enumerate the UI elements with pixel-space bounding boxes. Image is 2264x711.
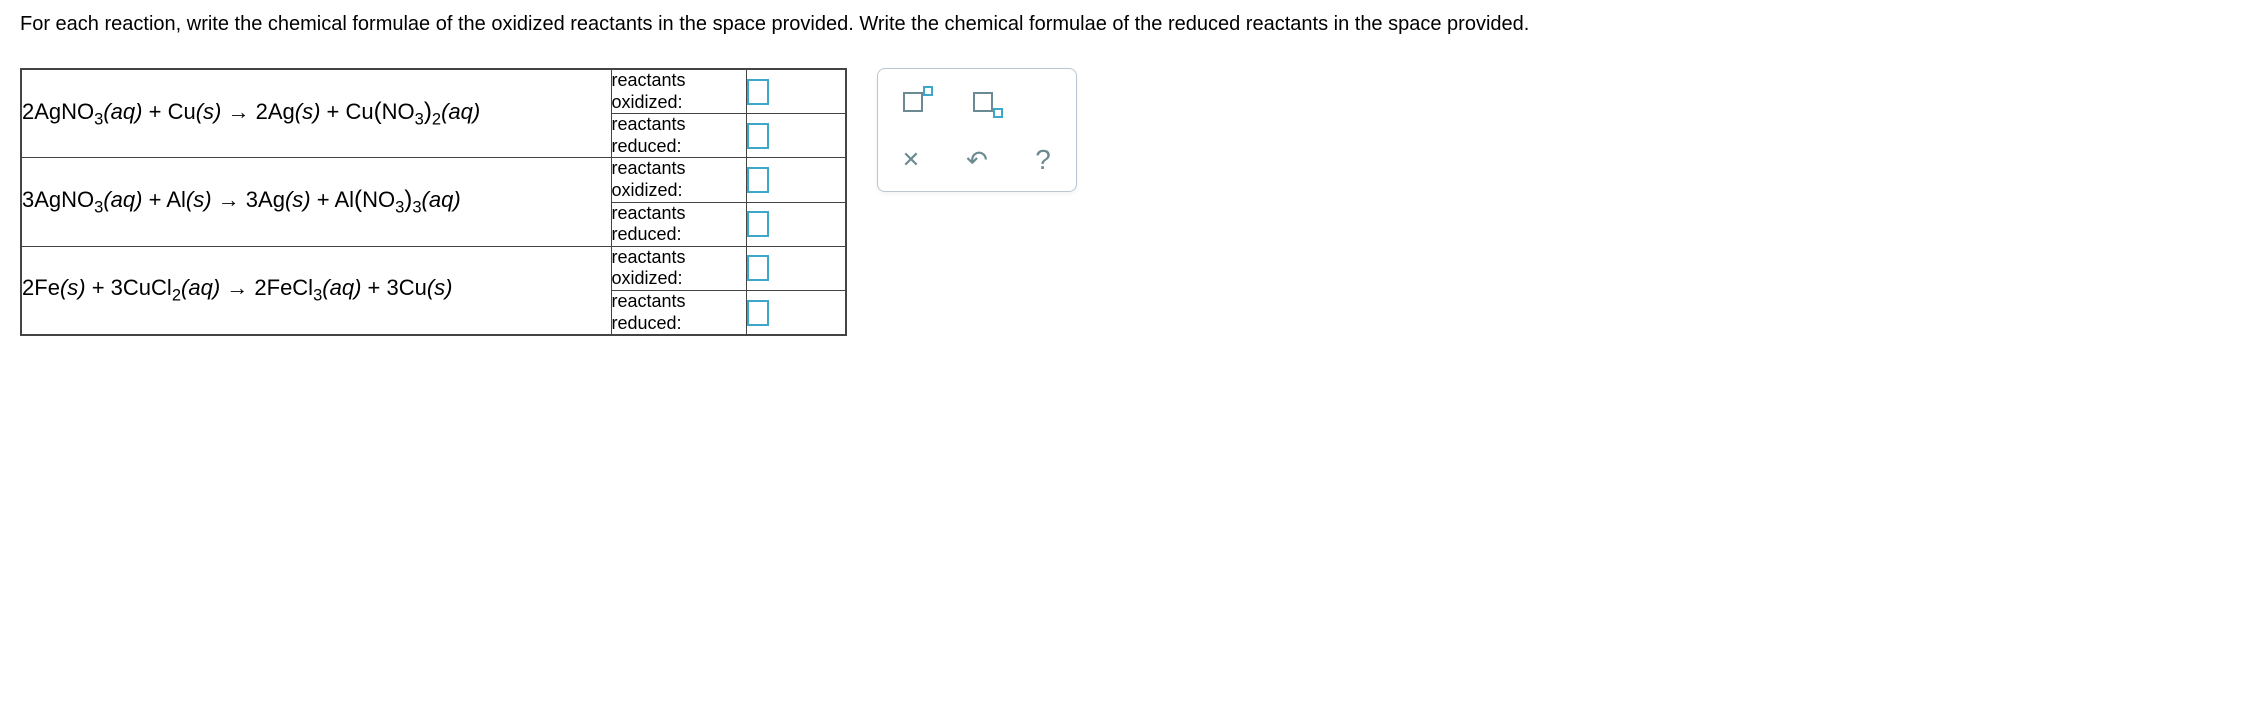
reaction-2-reduced-input-cell [746, 202, 846, 246]
table-row: 2Fe(s) + 3CuCl2(aq) → 2FeCl3(aq) + 3Cu(s… [21, 246, 846, 290]
reaction-1-oxidized-input-cell [746, 69, 846, 114]
toolbox [877, 68, 1077, 192]
reaction-3-oxidized-input[interactable] [747, 255, 769, 281]
subscript-tool[interactable] [968, 87, 998, 117]
reaction-2-oxidized-label: reactants oxidized: [611, 158, 746, 202]
table-row: 2AgNO3(aq) + Cu(s) → 2Ag(s) + Cu(NO3)2(a… [21, 69, 846, 114]
reaction-1-equation: 2AgNO3(aq) + Cu(s) → 2Ag(s) + Cu(NO3)2(a… [21, 69, 611, 158]
reaction-1-reduced-input[interactable] [747, 123, 769, 149]
reaction-3-oxidized-input-cell [746, 246, 846, 290]
reaction-3-equation: 2Fe(s) + 3CuCl2(aq) → 2FeCl3(aq) + 3Cu(s… [21, 246, 611, 335]
reaction-2-reduced-label: reactants reduced: [611, 202, 746, 246]
reaction-3-oxidized-label: reactants oxidized: [611, 246, 746, 290]
reaction-2-oxidized-input[interactable] [747, 167, 769, 193]
reaction-1-oxidized-label: reactants oxidized: [611, 69, 746, 114]
reaction-1-oxidized-input[interactable] [747, 79, 769, 105]
reaction-3-reduced-input-cell [746, 290, 846, 335]
instructions-text: For each reaction, write the chemical fo… [20, 10, 2244, 38]
superscript-tool[interactable] [898, 87, 928, 117]
reaction-2-oxidized-input-cell [746, 158, 846, 202]
help-icon[interactable] [1030, 147, 1056, 173]
table-row: 3AgNO3(aq) + Al(s) → 3Ag(s) + Al(NO3)3(a… [21, 158, 846, 202]
reaction-1-reduced-label: reactants reduced: [611, 114, 746, 158]
close-icon[interactable] [898, 147, 924, 173]
reactions-table: 2AgNO3(aq) + Cu(s) → 2Ag(s) + Cu(NO3)2(a… [20, 68, 847, 336]
reaction-2-reduced-input[interactable] [747, 211, 769, 237]
reaction-1-reduced-input-cell [746, 114, 846, 158]
reaction-3-reduced-label: reactants reduced: [611, 290, 746, 335]
reaction-3-reduced-input[interactable] [747, 300, 769, 326]
main-row: 2AgNO3(aq) + Cu(s) → 2Ag(s) + Cu(NO3)2(a… [20, 68, 2244, 336]
reaction-2-equation: 3AgNO3(aq) + Al(s) → 3Ag(s) + Al(NO3)3(a… [21, 158, 611, 246]
undo-icon[interactable] [964, 147, 990, 173]
